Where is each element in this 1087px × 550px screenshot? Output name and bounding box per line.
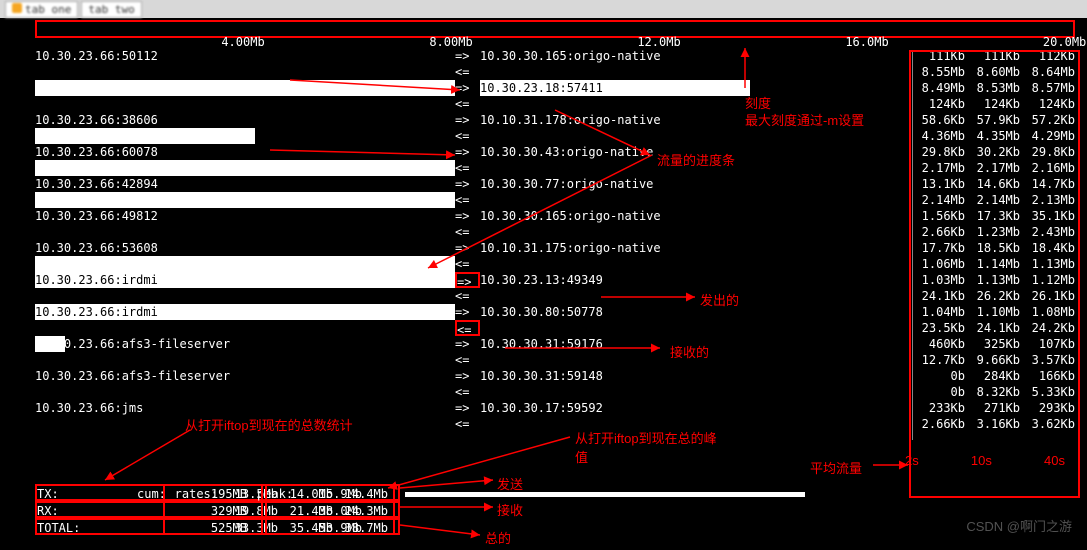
remote-host: 10.10.31.175:origo-native [480,240,750,256]
remote-host: 10.30.30.77:origo-native [480,176,750,192]
local-host: 10.30.23.66:50112 [35,48,455,64]
scale-tick: 4.00Mb [221,35,264,49]
total-label: TOTAL: [37,520,137,533]
tab-label: tab one [25,3,71,16]
direction-recv-icon: <= [455,416,480,432]
anno-scale2: 最大刻度通过-m设置 [745,110,864,129]
direction-sent-icon: => [455,80,480,96]
local-host: 10.30.23.66:60078 [35,144,455,160]
direction-sent-icon: => [455,112,480,128]
anno-cum: 从打开iftop到现在的总数统计 [185,415,353,434]
anno-peak: 从打开iftop到现在总的峰值 [575,428,725,466]
direction-sent-icon: => [455,272,480,288]
direction-sent-icon: => [455,368,480,384]
rates-panel-box [909,50,1080,498]
local-host: 10.30.23.66:irdmi [35,272,455,288]
direction-recv-icon: <= [455,384,480,400]
direction-sent-icon: => [455,208,480,224]
remote-host: 10.30.30.31:59176 [480,336,750,352]
direction-recv-icon: <= [455,128,480,144]
direction-recv-icon: <= [455,192,480,208]
scale-tick: 8.00Mb [429,35,472,49]
anno-recv: 接收的 [670,342,709,361]
anno-tx: 发送 [497,474,523,493]
scale-tick: 12.0Mb [637,35,680,49]
scale-tick: 20.0Mb [1043,35,1086,49]
local-host: 10.30.23.66:jms [35,400,455,416]
direction-recv-icon: <= [455,320,480,336]
direction-sent-icon: => [455,144,480,160]
local-host: 10.30.23.66:irdmi [35,80,455,96]
direction-recv-icon: <= [455,160,480,176]
remote-host: 10.30.23.18:57411 [480,80,750,96]
tab-1[interactable]: tab one [5,1,78,18]
direction-recv-icon: <= [455,96,480,112]
remote-host: 10.30.23.13:49349 [480,272,750,288]
direction-recv-icon: <= [455,352,480,368]
peak-column-box [265,484,395,535]
direction-sent-icon: => [455,48,480,64]
remote-host: 10.30.30.31:59148 [480,368,750,384]
watermark: CSDN @啊门之游 [966,516,1072,535]
local-host: 10.30.23.66:afs3-fileserver [35,336,455,352]
scale-tick: 16.0Mb [845,35,888,49]
tab-2[interactable]: tab two [81,1,141,18]
direction-sent-icon: => [455,336,480,352]
local-host: 10.30.23.66:42894 [35,176,455,192]
cum-column-box [163,484,263,535]
rate-headers: 2s 10s 40s [905,453,1065,468]
remote-host: 10.30.30.17:59592 [480,400,750,416]
direction-sent-icon: => [455,400,480,416]
direction-recv-icon: <= [455,224,480,240]
anno-avg: 平均流量 [810,458,862,477]
direction-sent-icon: => [455,176,480,192]
anno-sent: 发出的 [700,290,739,309]
anno-bar: 流量的进度条 [657,150,735,169]
rx-label: RX: [37,503,137,516]
direction-recv-icon: <= [455,64,480,80]
remote-host: 10.30.30.165:origo-native [480,208,750,224]
anno-rx: 接收 [497,500,523,519]
tx-label: TX: [37,486,137,499]
remote-host: 10.30.30.165:origo-native [480,48,750,64]
local-host: 10.30.23.66:irdmi [35,304,455,320]
direction-sent-icon: => [455,304,480,320]
direction-recv-icon: <= [455,256,480,272]
window-titlebar: tab one tab two [0,0,1087,18]
direction-sent-icon: => [455,240,480,256]
local-host: 10.30.23.66:49812 [35,208,455,224]
tab-label: tab two [88,3,134,16]
scale-ruler: 4.00Mb 8.00Mb 12.0Mb 16.0Mb 20.0Mb [0,18,1087,48]
anno-total: 总的 [485,528,511,547]
local-host: 10.30.23.66:38606 [35,112,455,128]
local-host: 10.30.23.66:53608 [35,240,455,256]
remote-host: 10.10.31.178:origo-native [480,112,750,128]
direction-recv-icon: <= [455,288,480,304]
local-host: 10.30.23.66:afs3-fileserver [35,368,455,384]
